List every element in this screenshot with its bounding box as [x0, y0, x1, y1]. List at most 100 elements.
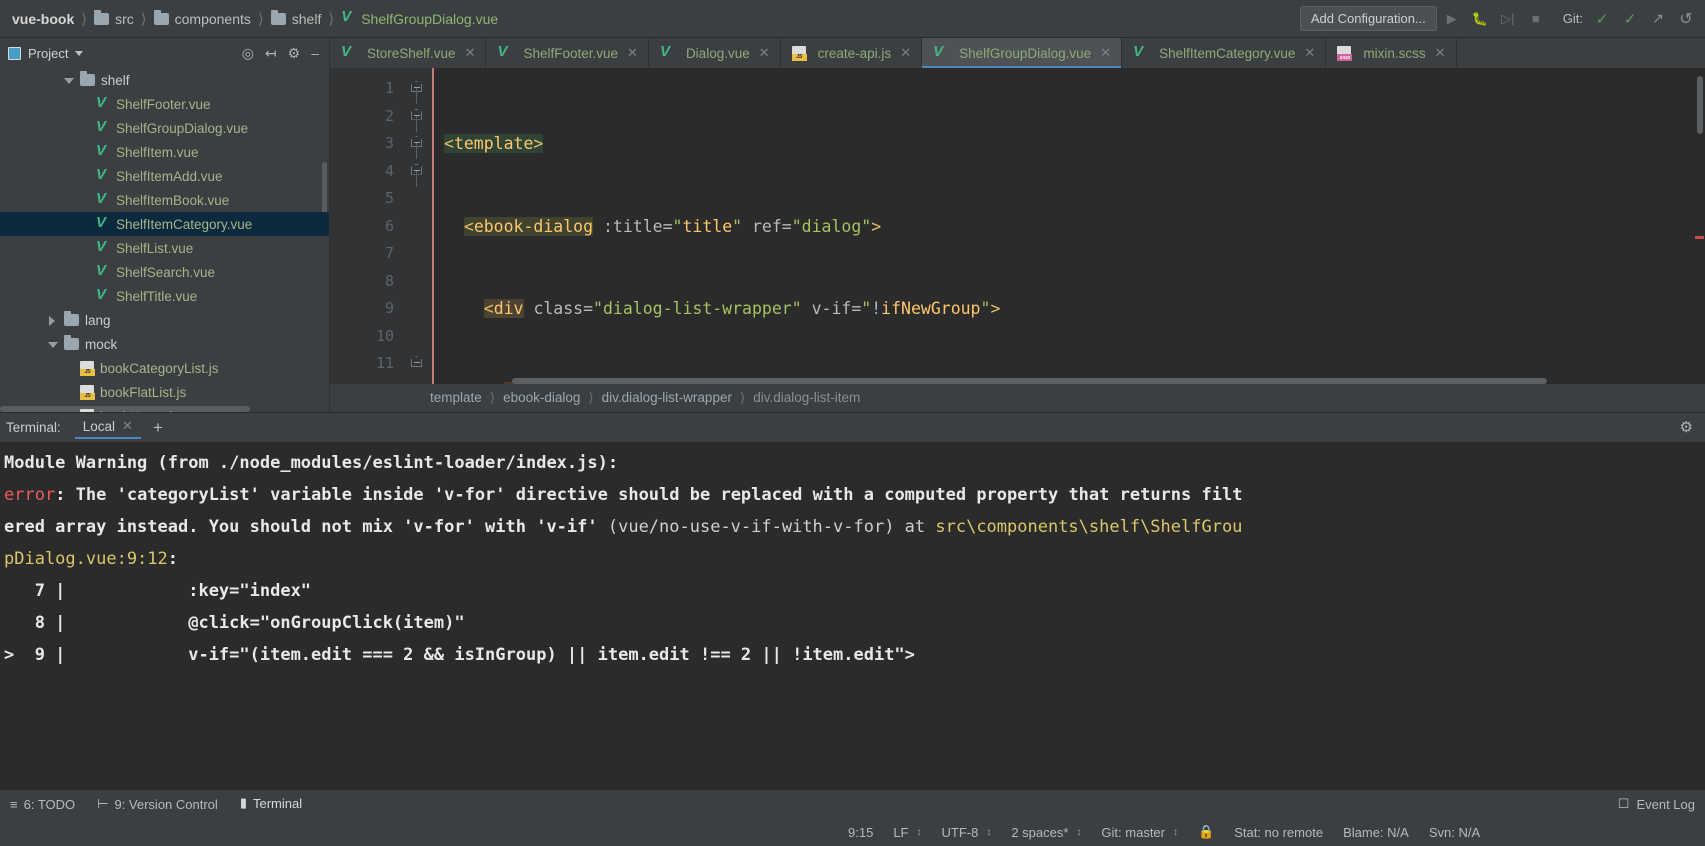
editor-tab-shelfitemcategory-vue[interactable]: ShelfItemCategory.vue ✕ — [1122, 38, 1327, 68]
new-terminal-icon[interactable]: + — [153, 419, 163, 436]
fold-marker[interactable] — [404, 75, 432, 104]
editor-tab-shelfgroupdialog-vue[interactable]: ShelfGroupDialog.vue ✕ — [922, 38, 1123, 68]
gear-icon[interactable]: ⚙ — [288, 46, 301, 60]
fold-marker[interactable] — [404, 323, 432, 351]
editor-vertical-scrollbar[interactable] — [1697, 76, 1703, 134]
breadcrumb-item-file[interactable]: ShelfGroupDialog.vue — [341, 9, 498, 27]
close-icon[interactable]: ✕ — [900, 45, 911, 61]
debug-icon[interactable]: 🐛 — [1467, 6, 1493, 32]
fold-collapse-icon[interactable] — [411, 356, 423, 370]
fold-collapse-icon[interactable] — [411, 163, 423, 178]
fold-marker[interactable] — [404, 103, 432, 132]
tree-item-bookcategorylist-js[interactable]: bookCategoryList.js — [0, 356, 329, 380]
tree-item-shelfsearch-vue[interactable]: ShelfSearch.vue — [0, 260, 329, 284]
tree-item-shelf[interactable]: shelf — [0, 68, 329, 92]
gear-icon[interactable]: ⚙ — [1680, 418, 1693, 436]
close-icon[interactable]: ✕ — [1100, 45, 1111, 61]
fold-collapse-icon[interactable] — [411, 136, 423, 150]
editor-horizontal-scrollbar[interactable] — [512, 377, 1547, 384]
chevron-right-icon[interactable] — [48, 315, 57, 326]
tree-item-mock[interactable]: mock — [0, 332, 329, 356]
fold-marker[interactable] — [404, 185, 432, 213]
edcrumb-item[interactable]: div.dialog-list-item — [753, 390, 860, 405]
chevron-down-icon[interactable] — [48, 340, 58, 349]
commit-icon[interactable]: ✓ — [1617, 6, 1643, 32]
chevron-down-icon[interactable] — [64, 76, 74, 85]
tree-item-shelfgroupdialog-vue[interactable]: ShelfGroupDialog.vue — [0, 116, 329, 140]
editor-tab-dialog-vue[interactable]: Dialog.vue ✕ — [649, 38, 781, 68]
push-icon[interactable]: ↗ — [1645, 6, 1671, 32]
fold-marker[interactable] — [404, 158, 432, 187]
terminal-output[interactable]: Module Warning (from ./node_modules/esli… — [0, 441, 1705, 790]
editor-body[interactable]: 12345678910111213 <template> <ebook-dial… — [330, 68, 1705, 384]
edcrumb-ebook-dialog[interactable]: ebook-dialog — [503, 390, 580, 405]
run-icon[interactable]: ▶ — [1439, 6, 1465, 32]
update-project-icon[interactable]: ✓ — [1589, 6, 1615, 32]
locate-file-icon[interactable]: ◎ — [242, 46, 254, 60]
tree-item-lang[interactable]: lang — [0, 308, 329, 332]
editor-tab-shelffooter-vue[interactable]: ShelfFooter.vue ✕ — [486, 38, 649, 68]
rollback-icon[interactable]: ↺ — [1673, 6, 1699, 32]
svn-blame[interactable]: Blame: N/A — [1333, 825, 1419, 840]
code-folding-column[interactable] — [404, 68, 432, 384]
close-icon[interactable]: ✕ — [122, 418, 133, 434]
event-log-button[interactable]: ☐ Event Log — [1618, 796, 1695, 812]
fold-collapse-icon[interactable] — [411, 81, 423, 95]
error-stripe-marker[interactable] — [1695, 236, 1704, 239]
breadcrumb-item-src[interactable]: src — [94, 9, 134, 27]
fold-marker[interactable] — [404, 378, 432, 384]
svn-label[interactable]: Svn: N/A — [1419, 825, 1490, 840]
hide-panel-icon[interactable]: – — [311, 46, 319, 60]
fold-marker[interactable] — [404, 130, 432, 159]
tool-button-todo[interactable]: ≡ 6: TODO — [10, 797, 87, 812]
close-icon[interactable]: ✕ — [1304, 45, 1315, 61]
indent-setting[interactable]: 2 spaces* ↕ — [1001, 825, 1091, 840]
tree-item-shelfitembook-vue[interactable]: ShelfItemBook.vue — [0, 188, 329, 212]
editor-tab-storeshelf-vue[interactable]: StoreShelf.vue ✕ — [330, 38, 487, 68]
tool-button-terminal[interactable]: ▮ Terminal — [240, 795, 314, 813]
fold-collapse-icon[interactable] — [411, 108, 423, 123]
fold-marker[interactable] — [404, 268, 432, 296]
tree-item-label: bookCategoryList.js — [100, 360, 219, 376]
edcrumb-template[interactable]: template — [430, 390, 482, 405]
terminal-tab-local[interactable]: Local ✕ — [74, 415, 141, 439]
caret-position[interactable]: 9:15 — [838, 825, 883, 840]
edcrumb-separator-icon: ⟩ — [489, 389, 496, 405]
collapse-all-icon[interactable]: ↤ — [265, 46, 277, 60]
tree-item-bookflatlist-js[interactable]: bookFlatList.js — [0, 380, 329, 404]
lock-icon[interactable]: 🔒 — [1188, 824, 1224, 840]
tree-item-shelftitle-vue[interactable]: ShelfTitle.vue — [0, 284, 329, 308]
close-icon[interactable]: ✕ — [759, 45, 770, 61]
line-separator[interactable]: LF ↕ — [883, 825, 931, 840]
tree-item-shelfitem-vue[interactable]: ShelfItem.vue — [0, 140, 329, 164]
breadcrumb-item-shelf[interactable]: shelf — [270, 9, 321, 27]
close-icon[interactable]: ✕ — [1435, 45, 1446, 61]
fold-marker[interactable] — [404, 240, 432, 268]
editor-tab-mixin-scss[interactable]: mixin.scss ✕ — [1326, 38, 1457, 68]
file-encoding[interactable]: UTF-8 ↕ — [931, 825, 1001, 840]
code-area[interactable]: <template> <ebook-dialog :title="title" … — [432, 68, 1705, 384]
project-file-tree[interactable]: shelf ShelfFooter.vue ShelfGroupDialog.vue… — [0, 68, 330, 412]
add-configuration-button[interactable]: Add Configuration... — [1299, 6, 1437, 31]
tree-item-shelffooter-vue[interactable]: ShelfFooter.vue — [0, 92, 329, 116]
stop-icon[interactable]: ■ — [1523, 6, 1549, 32]
tree-item-shelfitemadd-vue[interactable]: ShelfItemAdd.vue — [0, 164, 329, 188]
run-with-coverage-icon[interactable]: ▷| — [1495, 6, 1521, 32]
chevron-down-icon[interactable] — [75, 50, 84, 56]
editor-tab-create-api-js[interactable]: create-api.js ✕ — [781, 38, 923, 68]
fold-marker[interactable] — [404, 350, 432, 378]
breadcrumb-item-components[interactable]: components — [153, 9, 251, 27]
svn-stat[interactable]: Stat: no remote — [1224, 825, 1333, 840]
breadcrumb-item-project[interactable]: vue-book — [12, 11, 74, 27]
tree-item-bookhome-js[interactable]: bookHome.js — [0, 404, 329, 412]
close-icon[interactable]: ✕ — [465, 45, 476, 61]
secondary-toolbar-row: Project ◎ ↤ ⚙ – StoreShelf.vue✕ShelfFoot… — [0, 38, 1705, 68]
edcrumb-wrapper[interactable]: div.dialog-list-wrapper — [602, 390, 732, 405]
tree-item-shelfitemcategory-vue[interactable]: ShelfItemCategory.vue — [0, 212, 329, 236]
fold-marker[interactable] — [404, 295, 432, 323]
tree-item-shelflist-vue[interactable]: ShelfList.vue — [0, 236, 329, 260]
close-icon[interactable]: ✕ — [627, 45, 638, 61]
tool-button-version-control[interactable]: ⊢ 9: Version Control — [97, 796, 230, 812]
fold-marker[interactable] — [404, 213, 432, 241]
git-branch-widget[interactable]: Git: master ↕ — [1091, 825, 1188, 840]
